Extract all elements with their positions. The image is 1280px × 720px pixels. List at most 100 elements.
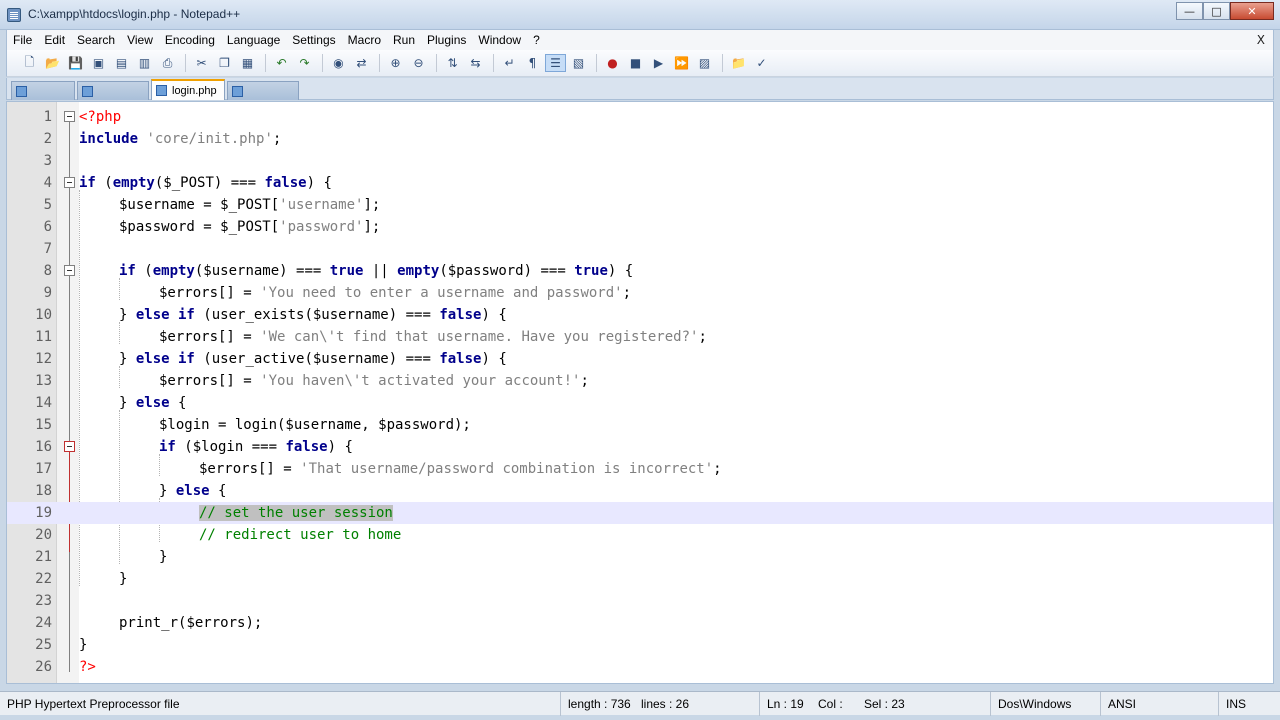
code-token: ) {: [607, 263, 634, 279]
close-all-icon[interactable]: ▥: [134, 54, 155, 72]
notepad-plus-plus-icon: [7, 8, 21, 22]
print-icon[interactable]: ⎙: [157, 54, 178, 72]
code-line: 24 print_r($errors);: [7, 612, 1273, 634]
line-number: 16: [35, 439, 52, 455]
line-number: 4: [43, 175, 52, 191]
code-token: $errors[] =: [159, 373, 261, 389]
code-token: (: [135, 263, 153, 279]
run-macro-multiple-icon[interactable]: ⏩: [671, 54, 692, 72]
close-icon[interactable]: ▤: [111, 54, 132, 72]
line-number: 11: [35, 329, 52, 345]
code-token: false: [285, 439, 328, 455]
all-chars-icon[interactable]: ¶: [522, 54, 543, 72]
play-macro-icon[interactable]: ▶: [648, 54, 669, 72]
maximize-button[interactable]: □: [1203, 2, 1230, 20]
new-file-icon[interactable]: 🗋: [19, 54, 40, 72]
minimize-button[interactable]: —: [1176, 2, 1203, 20]
redo-icon[interactable]: ↷: [294, 54, 315, 72]
status-encoding[interactable]: ANSI: [1100, 692, 1218, 716]
code-line: 4 if (empty($_POST) === false) {: [7, 172, 1273, 194]
code-token: ;: [622, 285, 632, 301]
code-token: print_r: [119, 615, 179, 631]
line-number: 26: [35, 659, 52, 675]
code-token: else: [135, 395, 170, 411]
tab-login-php[interactable]: login.php: [151, 79, 225, 100]
paste-icon[interactable]: ▦: [237, 54, 258, 72]
fold-toggle-icon[interactable]: [64, 265, 75, 276]
code-line: 15 $login = login($username, $password);: [7, 414, 1273, 436]
menu-language[interactable]: Language: [221, 30, 286, 50]
code-token: =: [194, 197, 221, 213]
zoom-in-icon[interactable]: ⊕: [385, 54, 406, 72]
code-token: 'core/init.php': [146, 131, 273, 147]
zoom-out-icon[interactable]: ⊖: [408, 54, 429, 72]
fold-toggle-icon[interactable]: [64, 111, 75, 122]
word-wrap-icon[interactable]: ↵: [499, 54, 520, 72]
status-eol-format[interactable]: Dos\Windows: [990, 692, 1100, 716]
toolbar-separator: [493, 54, 494, 72]
code-token: 'You haven\'t activated your account!': [260, 373, 581, 389]
fold-toggle-icon[interactable]: [64, 177, 75, 188]
undo-icon[interactable]: ↶: [271, 54, 292, 72]
menu-encoding[interactable]: Encoding: [159, 30, 221, 50]
spellcheck-icon[interactable]: ✓: [751, 54, 772, 72]
fold-toggle-icon[interactable]: [64, 441, 75, 452]
menu-search[interactable]: Search: [71, 30, 121, 50]
code-token: 'That username/password combination is i…: [300, 461, 714, 477]
close-document-icon[interactable]: X: [1257, 30, 1265, 50]
selected-text[interactable]: // set the user session: [199, 505, 393, 521]
menu-run[interactable]: Run: [387, 30, 421, 50]
menu-window[interactable]: Window: [472, 30, 527, 50]
tab-label: login.php: [172, 84, 217, 97]
menu-plugins[interactable]: Plugins: [421, 30, 472, 50]
menu-help[interactable]: ?: [527, 30, 546, 50]
stop-macro-icon[interactable]: ■: [625, 54, 646, 72]
tab-4[interactable]: [227, 81, 299, 100]
tab-bar: login.php: [6, 78, 1274, 100]
line-number: 21: [35, 549, 52, 565]
menu-edit[interactable]: Edit: [38, 30, 71, 50]
open-folder-icon[interactable]: 📁: [728, 54, 749, 72]
code-token: ];: [363, 197, 381, 213]
indent-guide-icon[interactable]: ☰: [545, 54, 566, 72]
status-insert-mode[interactable]: INS: [1218, 692, 1280, 716]
sync-v-icon[interactable]: ⇅: [442, 54, 463, 72]
line-number: 17: [35, 461, 52, 477]
tab-2[interactable]: [77, 81, 149, 100]
save-all-icon[interactable]: ▣: [88, 54, 109, 72]
code-token: empty: [112, 175, 155, 191]
code-token: $_POST[: [220, 197, 280, 213]
document-icon: [16, 85, 27, 97]
document-icon: [82, 85, 93, 97]
cut-icon[interactable]: ✂: [191, 54, 212, 72]
code-line-current: 19 // set the user session: [7, 502, 1273, 524]
replace-icon[interactable]: ⇄: [351, 54, 372, 72]
find-icon[interactable]: ◉: [328, 54, 349, 72]
copy-icon[interactable]: ❐: [214, 54, 235, 72]
code-token: }: [159, 549, 168, 565]
code-line: 17 $errors[] = 'That username/password c…: [7, 458, 1273, 480]
toolbar-separator: [322, 54, 323, 72]
menu-file[interactable]: File: [7, 30, 38, 50]
save-macro-icon[interactable]: ▨: [694, 54, 715, 72]
code-editor[interactable]: 1 <?php 2 include 'core/init.php'; 3 4 i…: [6, 101, 1274, 684]
code-token: ($_POST) ===: [154, 175, 265, 191]
menu-view[interactable]: View: [121, 30, 159, 50]
open-file-icon[interactable]: 📂: [42, 54, 63, 72]
menu-settings[interactable]: Settings: [286, 30, 341, 50]
code-token: ($password) ===: [439, 263, 575, 279]
line-number: 12: [35, 351, 52, 367]
menu-macro[interactable]: Macro: [342, 30, 387, 50]
code-token: }: [119, 351, 136, 367]
save-icon[interactable]: 💾: [65, 54, 86, 72]
code-line: 11 $errors[] = 'We can\'t find that user…: [7, 326, 1273, 348]
close-window-button[interactable]: ✕: [1230, 2, 1274, 20]
sync-h-icon[interactable]: ⇆: [465, 54, 486, 72]
record-macro-icon[interactable]: ●: [602, 54, 623, 72]
doc-map-icon[interactable]: ▧: [568, 54, 589, 72]
code-token: ;: [698, 329, 707, 345]
line-number: 25: [35, 637, 52, 653]
tab-1[interactable]: [11, 81, 75, 100]
code-token: 'password': [279, 219, 364, 235]
code-token: true: [574, 263, 608, 279]
